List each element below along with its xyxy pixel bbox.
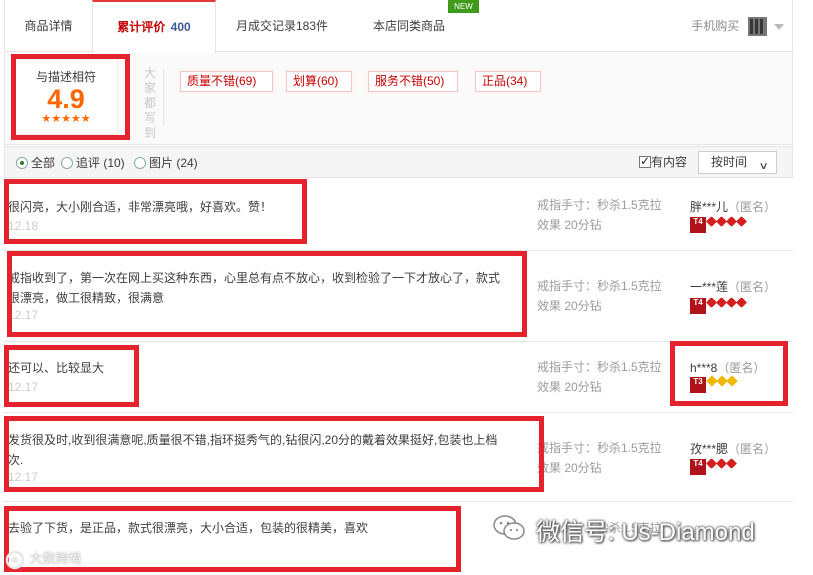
- reviewer-nick: 一***莲: [690, 280, 729, 294]
- sku-size: 戒指手寸：秒杀1.5克拉: [537, 279, 662, 293]
- has-content-checkbox[interactable]: 有内容: [639, 153, 688, 170]
- reviewer-nick: 胖***儿: [690, 200, 729, 214]
- tab-reviews[interactable]: 累计评价 400: [92, 0, 216, 53]
- reviewer-name[interactable]: 孜***腮（匿名）: [690, 440, 776, 457]
- logo-icon: [5, 550, 25, 569]
- tab-reviews-label: 累计评价: [117, 20, 166, 34]
- sku-effect: 效果 20分钻: [537, 218, 602, 232]
- tag-service[interactable]: 服务不错(50): [368, 71, 458, 92]
- review-date: 12.17: [8, 380, 39, 394]
- sku-effect: 效果 20分钻: [537, 299, 602, 313]
- buyer-level[interactable]: T4: [690, 458, 737, 475]
- buyer-level[interactable]: T4: [690, 297, 747, 314]
- sku-effect: 效果 20分钻: [537, 380, 602, 394]
- sort-dropdown[interactable]: 按时间 ∨: [698, 151, 777, 174]
- sku-size: 戒指手寸：秒杀1.5克拉: [537, 198, 662, 212]
- chevron-down-icon: [774, 23, 784, 30]
- level-badge: T4: [690, 459, 706, 475]
- corner-watermark: 大数跨境: [4, 548, 82, 571]
- tab-monthly-sales[interactable]: 月成交记录183件: [217, 0, 347, 51]
- new-badge: NEW: [448, 0, 479, 13]
- red-heart-icon: [736, 297, 747, 308]
- reviewer-name[interactable]: 一***莲（匿名）: [690, 278, 776, 295]
- review-text: 发货很及时,收到很满意呢,质量很不错,指环挺秀气的,钻很闪,20分的戴着效果挺好…: [8, 433, 498, 467]
- wechat-icon: [493, 515, 525, 540]
- review-text: 戒指收到了，第一次在网上买这种东西，心里总有点不放心，收到检验了一下才放心了，款…: [8, 271, 501, 305]
- review-date: 12.17: [8, 308, 39, 322]
- score-value: 4.9: [47, 84, 85, 114]
- sku-size: 戒指手寸：秒杀1.5克拉: [537, 360, 662, 374]
- filter-append-radio[interactable]: 追评 (10): [61, 155, 125, 171]
- chevron-down-icon: ∨: [758, 161, 769, 172]
- sku-size: 戒指手寸：秒杀1.5克拉: [537, 441, 662, 455]
- red-heart-icon: [726, 458, 737, 469]
- reviewer-nick: 孜***腮: [690, 442, 729, 456]
- anonymous-label: （匿名）: [728, 442, 777, 456]
- review-text: 很闪亮，大小刚合适，非常漂亮哦，好喜欢。赞！: [8, 200, 273, 214]
- level-badge: T4: [690, 298, 706, 314]
- review-sku: 戒指手寸：秒杀1.5克拉 效果 20分钻: [537, 438, 662, 478]
- anonymous-label: （匿名）: [728, 200, 777, 214]
- review-date: 12.17: [8, 470, 39, 484]
- tag-quality[interactable]: 质量不错(69): [180, 71, 273, 92]
- reviewer-name[interactable]: 胖***儿（匿名）: [690, 198, 776, 215]
- buyer-level[interactable]: T4: [690, 216, 747, 233]
- sort-label: 按时间: [711, 155, 748, 169]
- tab-product-details[interactable]: 商品详情: [5, 0, 92, 51]
- radio-icon: [134, 157, 146, 169]
- score-label: 与描述相符: [35, 70, 96, 84]
- review-sku: 戒指手寸：秒杀1.5克拉 效果 20分钻: [537, 195, 662, 235]
- tag-value[interactable]: 划算(60): [286, 71, 352, 92]
- has-content-label: 有内容: [651, 155, 688, 169]
- checkbox-checked-icon: [639, 153, 651, 169]
- divider: [163, 70, 164, 126]
- filter-all-radio[interactable]: 全部: [16, 155, 55, 171]
- star-rating-icon: ★★★★★: [41, 113, 91, 125]
- gold-diamond-icon: [726, 375, 738, 387]
- sku-effect: 效果 20分钻: [537, 461, 602, 475]
- anonymous-label: （匿名）: [728, 280, 777, 294]
- tag-genuine[interactable]: 正品(34): [475, 71, 541, 92]
- buyer-level[interactable]: T3: [690, 375, 738, 393]
- review-text: 去验了下货，是正品，款式很漂亮，大小合适，包装的很精美，喜欢: [8, 521, 369, 535]
- review-row: [4, 343, 793, 413]
- filter-append-label: 追评 (10): [76, 156, 125, 170]
- level-badge: T4: [690, 217, 706, 233]
- radio-checked-icon: [16, 157, 28, 169]
- review-date: 12.18: [8, 219, 39, 233]
- filter-all-label: 全部: [31, 156, 56, 170]
- mobile-buy-button[interactable]: 手机购买: [691, 0, 784, 52]
- wechat-watermark: 微信号: Us-Diamond: [536, 519, 755, 546]
- review-sku: 戒指手寸：秒杀1.5克拉 效果 20分钻: [537, 276, 662, 316]
- review-sku: 戒指手寸：秒杀1.5克拉 效果 20分钻: [537, 357, 662, 397]
- red-heart-icon: [736, 216, 747, 227]
- rating-summary-panel: [4, 53, 793, 145]
- radio-icon: [61, 157, 73, 169]
- filter-images-radio[interactable]: 图片 (24): [134, 155, 198, 171]
- review-tab-bar: 商品详情 累计评价 400 月成交记录183件 本店同类商品 NEW 手机购买: [4, 0, 793, 53]
- everyone-wrote-label: 大家都写到: [144, 66, 157, 140]
- filter-images-label: 图片 (24): [149, 156, 198, 170]
- mobile-buy-label: 手机购买: [691, 19, 740, 33]
- anonymous-label: （匿名）: [717, 361, 766, 375]
- reviewer-nick: h***8: [690, 361, 718, 375]
- corner-watermark-text: 大数跨境: [29, 551, 82, 566]
- review-text: 还可以、比较显大: [8, 361, 105, 375]
- level-badge: T3: [690, 377, 706, 393]
- qr-code-icon: [747, 17, 767, 37]
- review-count: 400: [170, 20, 191, 34]
- score-box: 与描述相符 4.9 ★★★★★: [14, 59, 118, 135]
- reviewer-name[interactable]: h***8（匿名）: [690, 359, 765, 376]
